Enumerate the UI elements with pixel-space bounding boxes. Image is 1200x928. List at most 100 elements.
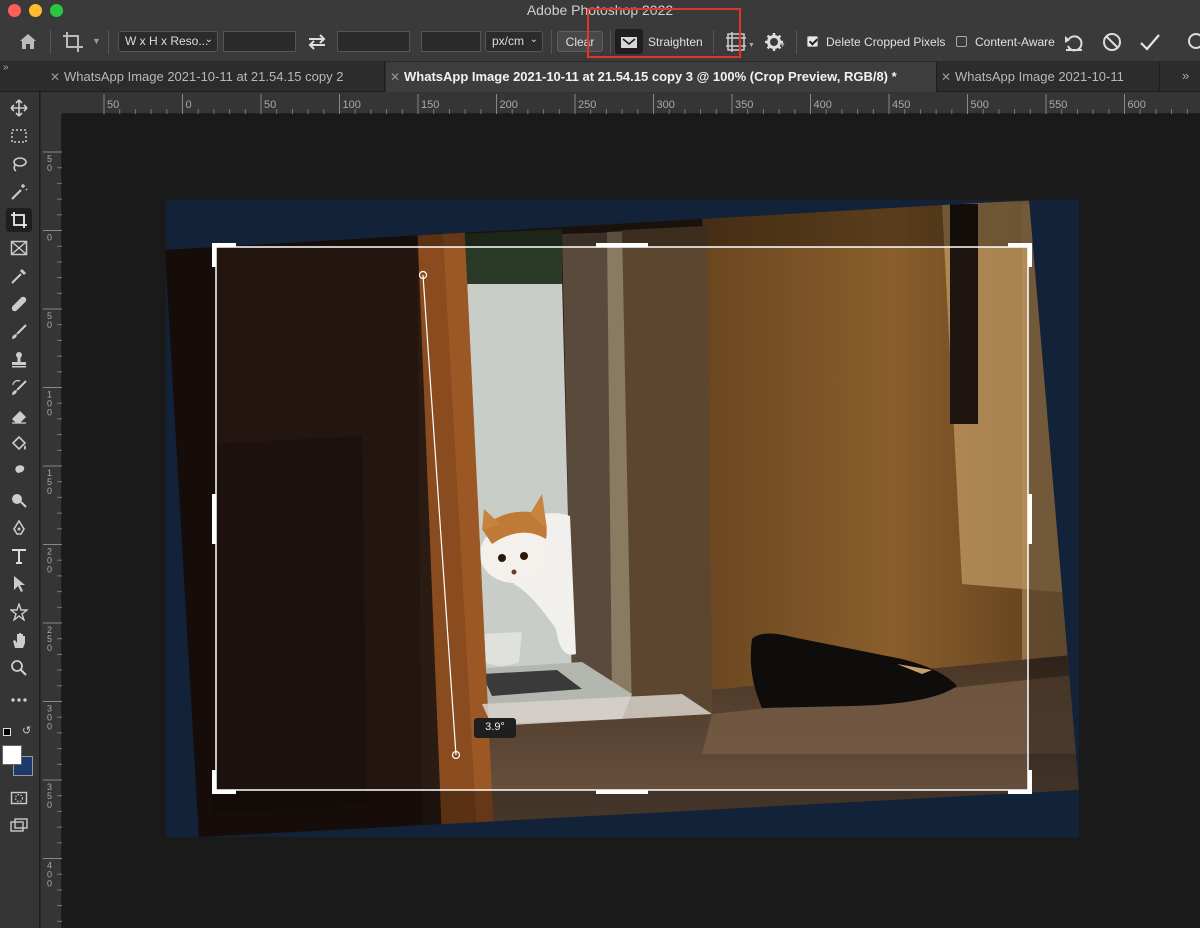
- resolution-unit-value: px/cm: [492, 34, 525, 48]
- undo-icon[interactable]: [1063, 31, 1085, 53]
- smudge-tool[interactable]: [6, 460, 32, 484]
- type-icon: [12, 549, 26, 564]
- crop-preview-image[interactable]: [62, 114, 1200, 928]
- tab-label: WhatsApp Image 2021-10-11 at 21.54.15 co…: [64, 69, 344, 84]
- brush-tool[interactable]: [6, 320, 32, 344]
- delete-cropped-checkbox[interactable]: [807, 36, 818, 47]
- shape-tool[interactable]: [6, 600, 32, 624]
- horizontal-ruler[interactable]: 50 0 50 100 150 200 250 300 350 400 450 500 550 600: [62, 92, 1200, 114]
- ruler-label: 0: [47, 486, 52, 496]
- angle-readout: 3.9°: [474, 718, 516, 738]
- smudge-icon: [15, 465, 25, 479]
- photo-content: [165, 200, 1079, 837]
- lasso-icon: [13, 157, 27, 172]
- default-colors-icon[interactable]: [3, 728, 11, 736]
- content-aware-checkbox[interactable]: [956, 36, 967, 47]
- crop-tool[interactable]: [6, 208, 32, 232]
- resolution-unit-select[interactable]: px/cm ⌄: [485, 31, 543, 52]
- eraser-tool[interactable]: [6, 404, 32, 428]
- dodge-tool[interactable]: [6, 488, 32, 512]
- height-field[interactable]: [337, 31, 410, 52]
- document-canvas[interactable]: 3.9°: [62, 114, 1200, 928]
- close-tab-icon[interactable]: ✕: [386, 70, 404, 84]
- ruler-label: 550: [1049, 99, 1067, 111]
- close-tab-icon[interactable]: ✕: [937, 70, 955, 84]
- healing-brush-tool[interactable]: [6, 292, 32, 316]
- ruler-ticks: 50 0 50 100 150 200 250 300 350 400 450 500 550 600: [103, 94, 1188, 114]
- chevron-down-icon: ▼: [92, 36, 101, 46]
- hand-tool[interactable]: [6, 628, 32, 652]
- magic-wand-icon: [11, 184, 28, 200]
- zoom-tool[interactable]: [6, 656, 32, 680]
- tab-document-copy-3[interactable]: ✕ WhatsApp Image 2021-10-11 at 21.54.15 c…: [386, 62, 937, 92]
- pen-tool[interactable]: [6, 516, 32, 540]
- width-field[interactable]: [223, 31, 296, 52]
- magic-wand-tool[interactable]: [6, 180, 32, 204]
- chevron-down-icon: ▼: [748, 42, 755, 49]
- lasso-tool[interactable]: [6, 152, 32, 176]
- type-tool[interactable]: [6, 544, 32, 568]
- tab-document-other[interactable]: ✕ WhatsApp Image 2021-10-11: [937, 62, 1160, 92]
- more-icon: [11, 698, 27, 702]
- ruler-ticks: 50050100150200250300350400: [43, 151, 62, 922]
- screen-mode-icon: [10, 818, 28, 832]
- ruler-label: 350: [735, 99, 753, 111]
- clone-stamp-tool[interactable]: [6, 348, 32, 372]
- straighten-highlight-box: [587, 8, 741, 58]
- dodge-icon: [12, 494, 27, 508]
- more-tabs-icon[interactable]: »: [1182, 68, 1189, 83]
- frame-tool[interactable]: [6, 236, 32, 260]
- quick-mask-button[interactable]: [6, 786, 32, 810]
- brush-icon: [12, 324, 27, 339]
- ruler-label: 250: [578, 99, 596, 111]
- crop-icon: [11, 212, 27, 228]
- ruler-label: 600: [1128, 99, 1146, 111]
- ruler-origin[interactable]: [41, 92, 62, 114]
- eyedropper-tool[interactable]: [6, 264, 32, 288]
- chevron-down-icon: ⌄: [529, 34, 538, 45]
- content-aware-label[interactable]: Content-Aware: [975, 35, 1055, 49]
- vertical-ruler[interactable]: 50050100150200250300350400: [41, 114, 62, 928]
- bandage-icon: [11, 296, 27, 312]
- close-tab-icon[interactable]: ✕: [46, 70, 64, 84]
- ruler-label: 0: [47, 800, 52, 810]
- tools-panel: ↺: [0, 92, 40, 928]
- hand-icon: [13, 633, 25, 648]
- ratio-preset-select[interactable]: W x H x Reso... ⌄: [118, 31, 218, 52]
- cancel-icon[interactable]: [1101, 31, 1123, 53]
- foreground-color-swatch[interactable]: [2, 745, 22, 765]
- crop-tool-preset-icon[interactable]: [62, 31, 84, 53]
- search-icon[interactable]: [1183, 31, 1200, 53]
- chevron-down-icon: ▼: [779, 42, 786, 49]
- ruler-label: 200: [500, 99, 518, 111]
- tab-document-copy-2[interactable]: ✕ WhatsApp Image 2021-10-11 at 21.54.15 c…: [46, 62, 385, 92]
- ruler-label: 0: [47, 320, 52, 330]
- checkmark-icon[interactable]: [1139, 31, 1161, 53]
- quick-mask-icon: [10, 791, 28, 805]
- screen-mode-button[interactable]: [6, 814, 32, 838]
- move-tool[interactable]: [6, 96, 32, 120]
- delete-cropped-label[interactable]: Delete Cropped Pixels: [826, 35, 945, 49]
- resolution-field[interactable]: [421, 31, 481, 52]
- paint-bucket-tool[interactable]: [6, 432, 32, 456]
- tab-label: WhatsApp Image 2021-10-11 at 21.54.15 co…: [404, 69, 897, 84]
- tab-label: WhatsApp Image 2021-10-11: [955, 69, 1124, 84]
- path-selection-tool[interactable]: [6, 572, 32, 596]
- eraser-icon: [12, 411, 26, 424]
- document-tab-bar: » ✕ WhatsApp Image 2021-10-11 at 21.54.15…: [0, 62, 1200, 92]
- home-icon[interactable]: [18, 32, 38, 50]
- marquee-tool[interactable]: [6, 124, 32, 148]
- frame-icon: [10, 240, 28, 256]
- history-brush-tool[interactable]: [6, 376, 32, 400]
- pen-icon: [13, 519, 25, 535]
- ruler-label: 450: [892, 99, 910, 111]
- more-tools[interactable]: [6, 686, 32, 710]
- ruler-label: 0: [47, 565, 52, 575]
- ruler-label: 0: [47, 233, 52, 243]
- chevron-down-icon: ⌄: [204, 34, 213, 45]
- ruler-label: 0: [47, 163, 52, 173]
- ruler-label: 50: [107, 99, 119, 111]
- swap-arrows-icon[interactable]: [306, 32, 328, 52]
- swap-colors-icon[interactable]: ↺: [22, 724, 31, 737]
- expand-panels-icon[interactable]: »: [3, 62, 9, 73]
